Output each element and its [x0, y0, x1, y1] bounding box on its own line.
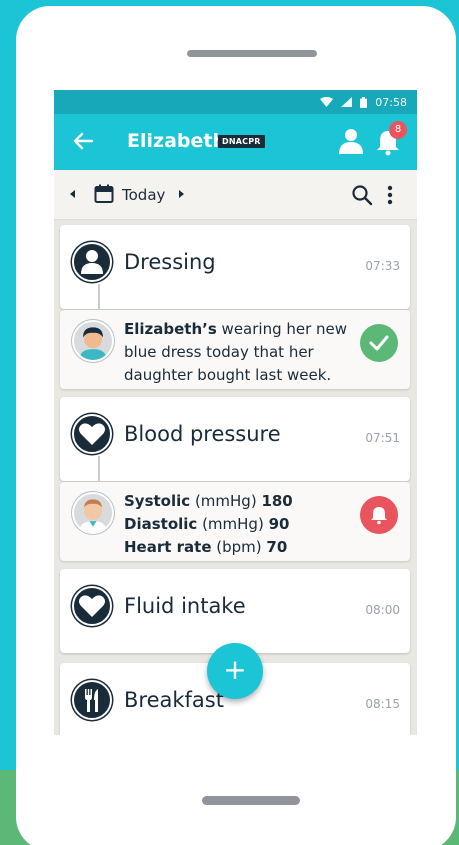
app-bar: Elizabeth DNACPR 8 [54, 114, 417, 170]
heart-icon [72, 586, 112, 626]
more-vertical-icon[interactable] [384, 184, 396, 206]
entry-title: Blood pressure [124, 422, 281, 446]
cutlery-icon [72, 680, 112, 720]
person-icon [72, 242, 112, 282]
reading-label: Systolic [124, 492, 191, 510]
entry-title: Fluid intake [124, 594, 246, 618]
reading-systolic: Systolic (mmHg) 180 [124, 490, 354, 513]
entry-title: Breakfast [124, 688, 224, 712]
note-text: Elizabeth’s wearing her new blue dress t… [124, 318, 354, 387]
dnacpr-badge: DNACPR [218, 135, 265, 148]
wifi-icon [320, 97, 334, 107]
reading-value: 70 [266, 538, 288, 556]
note-name: Elizabeth’s [124, 320, 217, 338]
timeline-entry-fluid-intake[interactable]: Fluid intake 08:00 [60, 569, 410, 653]
calendar-icon[interactable] [94, 184, 114, 204]
patient-name: Elizabeth [127, 130, 226, 152]
signal-icon [341, 97, 353, 107]
caret-right-icon[interactable] [176, 187, 186, 201]
entry-time: 07:51 [365, 431, 400, 445]
carer-avatar [72, 492, 114, 534]
timeline-entry-dressing[interactable]: Dressing 07:33 [60, 225, 410, 309]
status-complete [360, 324, 398, 362]
battery-icon [360, 96, 368, 108]
reading-label: Diastolic [124, 515, 198, 533]
check-icon [369, 335, 389, 351]
phone-speaker [187, 50, 317, 57]
reading-diastolic: Diastolic (mmHg) 90 [124, 513, 354, 536]
reading-unit: (mmHg) [197, 515, 269, 533]
timeline-note[interactable]: Elizabeth’s wearing her new blue dress t… [60, 310, 410, 389]
date-label[interactable]: Today [122, 186, 165, 204]
phone-home-bar [202, 796, 300, 805]
readings-text: Systolic (mmHg) 180 Diastolic (mmHg) 90 … [124, 490, 354, 559]
caret-left-icon[interactable] [68, 187, 78, 201]
timeline-connector [98, 456, 100, 481]
entry-time: 07:33 [365, 259, 400, 273]
entry-title: Dressing [124, 250, 216, 274]
timeline-readings[interactable]: Systolic (mmHg) 180 Diastolic (mmHg) 90 … [60, 482, 410, 561]
carer-avatar [72, 320, 114, 362]
timeline-connector [98, 284, 100, 309]
date-navigation-bar: Today [54, 170, 417, 220]
status-bar: 07:58 [54, 90, 417, 114]
reading-label: Heart rate [124, 538, 212, 556]
search-icon[interactable] [351, 184, 373, 206]
reading-value: 90 [268, 515, 290, 533]
reading-unit: (bpm) [211, 538, 267, 556]
notification-count-badge: 8 [389, 121, 407, 139]
reading-value: 180 [261, 492, 293, 510]
app-screen: 07:58 Elizabeth DNACPR 8 Today Dressing … [54, 90, 417, 735]
add-entry-button[interactable]: + [207, 643, 263, 699]
reading-unit: (mmHg) [190, 492, 262, 510]
timeline-entry-blood-pressure[interactable]: Blood pressure 07:51 [60, 397, 410, 481]
reading-heart-rate: Heart rate (bpm) 70 [124, 536, 354, 559]
status-time: 07:58 [375, 95, 407, 109]
entry-time: 08:00 [365, 603, 400, 617]
entry-time: 08:15 [365, 697, 400, 711]
person-icon[interactable] [337, 127, 365, 155]
arrow-left-icon[interactable] [72, 130, 94, 152]
status-alert [360, 496, 398, 534]
bell-icon [371, 507, 387, 525]
heart-icon [72, 414, 112, 454]
